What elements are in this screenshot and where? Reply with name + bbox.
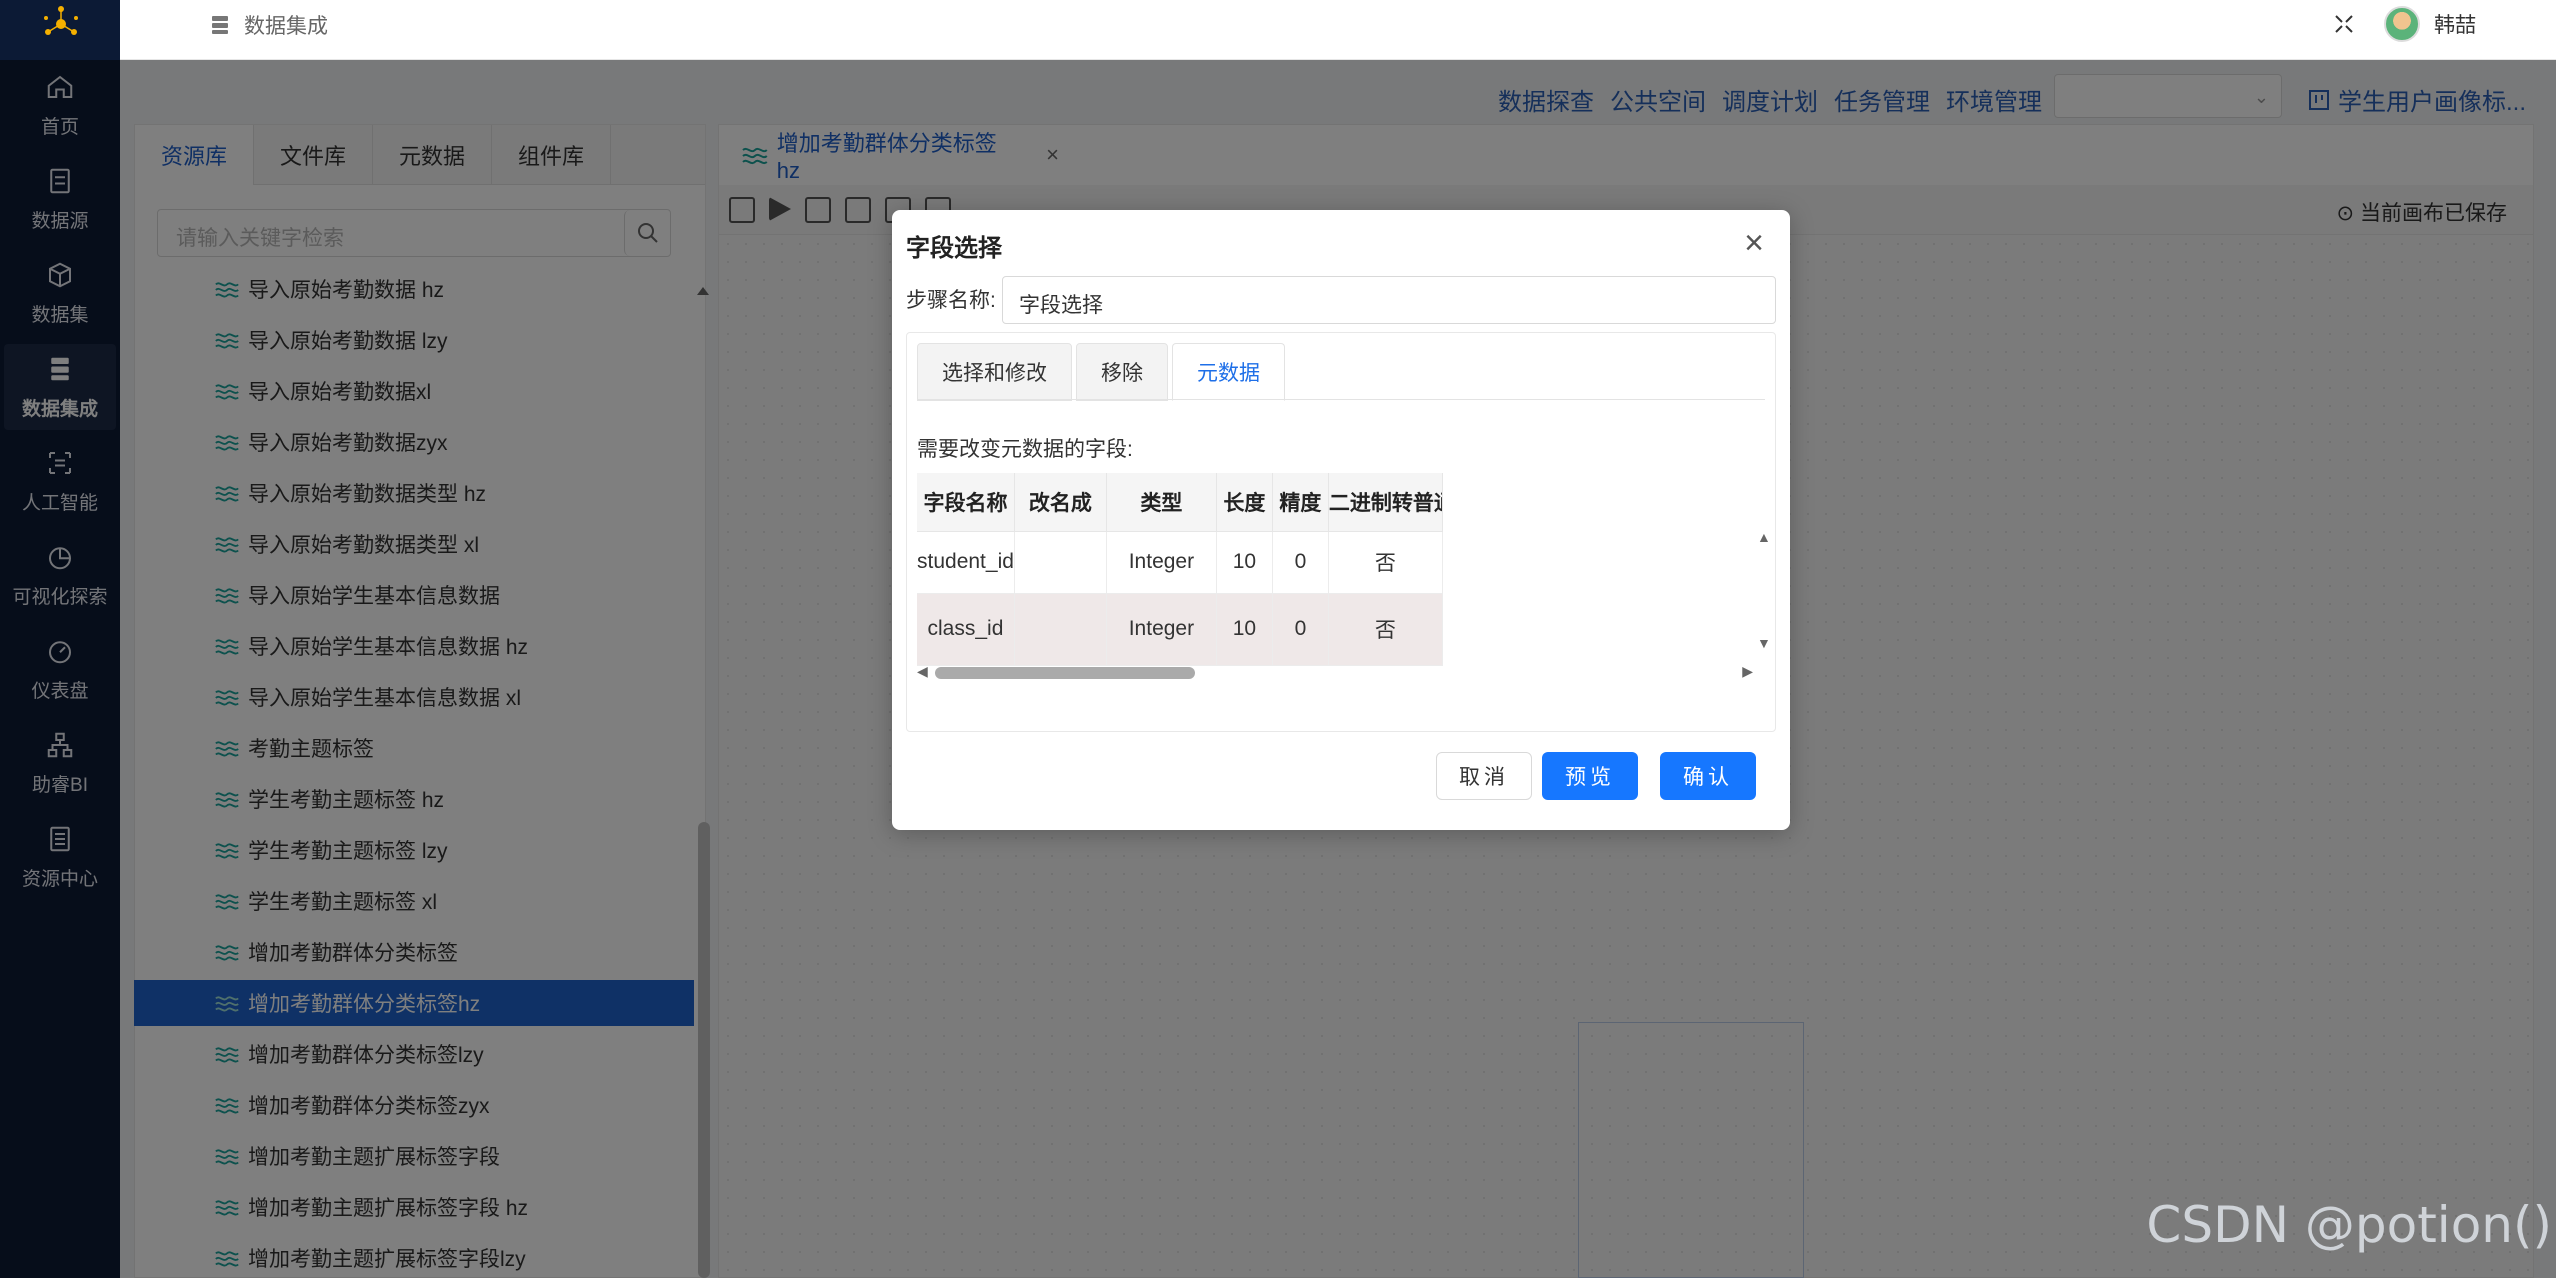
fullscreen-icon[interactable]	[2332, 12, 2356, 36]
table-vertical-scrollbar[interactable]: ▲ ▼	[1757, 529, 1771, 663]
col-rename: 改名成	[1014, 473, 1107, 532]
cancel-button[interactable]: 取消	[1436, 752, 1532, 800]
tab-metadata[interactable]: 元数据	[1172, 343, 1285, 401]
cell-type[interactable]: Integer	[1106, 593, 1217, 666]
dialog-tabs: 选择和修改 移除 元数据	[917, 343, 1285, 401]
top-bar: 数据集成 韩喆	[120, 0, 2556, 60]
col-length: 长度	[1216, 473, 1273, 532]
cell-length[interactable]: 10	[1216, 593, 1273, 666]
dialog-body: 选择和修改 移除 元数据 需要改变元数据的字段: 字段名称 改名成 类型 长度 …	[906, 332, 1776, 732]
metadata-fields-label: 需要改变元数据的字段:	[917, 438, 1133, 461]
step-name-label: 步骤名称:	[906, 289, 996, 312]
cell-rename[interactable]	[1014, 531, 1107, 594]
cell-precision[interactable]: 0	[1272, 531, 1329, 594]
page-title: 数据集成	[210, 10, 328, 40]
field-select-dialog: 字段选择 × 步骤名称: 字段选择 选择和修改 移除 元数据 需要改变元数据的字…	[892, 210, 1790, 830]
cell-precision[interactable]: 0	[1272, 593, 1329, 666]
col-field-name: 字段名称	[917, 473, 1015, 532]
cell-field-name: student_id	[917, 531, 1015, 594]
col-precision: 精度	[1272, 473, 1329, 532]
logo-icon	[44, 6, 78, 35]
preview-button[interactable]: 预览	[1542, 752, 1638, 800]
cell-length[interactable]: 10	[1216, 531, 1273, 594]
scroll-up-icon[interactable]: ▲	[1757, 529, 1771, 545]
tab-select-modify[interactable]: 选择和修改	[917, 343, 1072, 401]
username[interactable]: 韩喆	[2434, 9, 2476, 39]
table-row[interactable]: student_id Integer 10 0 否	[917, 531, 1443, 594]
close-icon[interactable]: ×	[1744, 226, 1764, 260]
cell-rename[interactable]	[1014, 593, 1107, 666]
tab-remove[interactable]: 移除	[1076, 343, 1168, 401]
cell-type[interactable]: Integer	[1106, 531, 1217, 594]
cell-field-name: class_id	[917, 593, 1015, 666]
metadata-table: 字段名称 改名成 类型 长度 精度 二进制转普通存储 student_id In…	[917, 473, 1443, 666]
cell-binary[interactable]: 否	[1328, 593, 1443, 666]
col-type: 类型	[1106, 473, 1217, 532]
server-icon	[212, 16, 228, 34]
dialog-title: 字段选择	[906, 235, 1002, 262]
scroll-left-icon[interactable]: ◀	[917, 663, 928, 680]
scroll-down-icon[interactable]: ▼	[1757, 635, 1771, 651]
tabs-divider	[917, 399, 1765, 400]
cell-binary[interactable]: 否	[1328, 531, 1443, 594]
table-horizontal-scrollbar[interactable]: ◀ ▶	[917, 663, 1759, 681]
confirm-button[interactable]: 确认	[1660, 752, 1756, 800]
step-name-input[interactable]: 字段选择	[1002, 276, 1776, 324]
horizontal-scroll-thumb[interactable]	[935, 667, 1195, 679]
watermark: CSDN @potion()	[2146, 1196, 2552, 1254]
scroll-right-icon[interactable]: ▶	[1742, 663, 1753, 680]
table-row[interactable]: class_id Integer 10 0 否	[917, 593, 1443, 666]
col-binary-to-normal: 二进制转普通存储	[1328, 473, 1443, 532]
avatar[interactable]	[2384, 6, 2420, 42]
